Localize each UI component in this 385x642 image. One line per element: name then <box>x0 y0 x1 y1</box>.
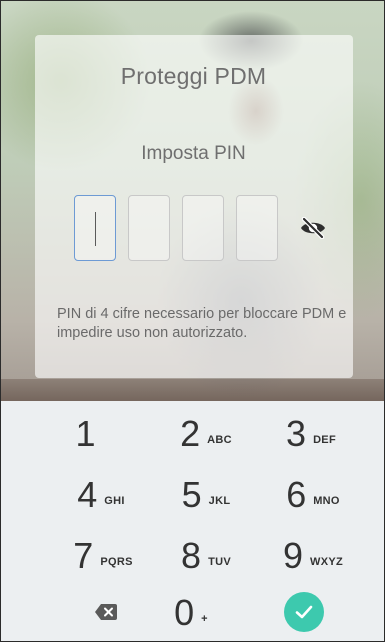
key-0[interactable]: 0 + <box>141 585 241 641</box>
key-letters: WXYZ <box>310 556 343 568</box>
key-letters: MNO <box>313 495 340 507</box>
confirm-button[interactable] <box>284 592 324 632</box>
key-letters: JKL <box>208 495 231 507</box>
key-digit: 2 <box>180 413 201 454</box>
key-digit: 7 <box>73 535 94 576</box>
key-digit: 6 <box>286 474 307 515</box>
key-4[interactable]: 4 GHI <box>51 467 151 523</box>
background-photo-lower <box>1 379 384 401</box>
pin-subtitle: Imposta PIN <box>141 143 246 164</box>
key-9[interactable]: 9 WXYZ <box>263 528 363 584</box>
key-letters: PQRS <box>100 556 133 568</box>
pin-digit-1[interactable] <box>74 195 116 261</box>
key-digit: 9 <box>282 535 304 576</box>
key-1[interactable]: 1 <box>39 406 139 462</box>
key-letters: DEF <box>313 434 336 446</box>
key-6[interactable]: 6 MNO <box>263 467 363 523</box>
page-title: Proteggi PDM <box>120 63 267 89</box>
key-letters: + <box>201 613 208 625</box>
text-cursor <box>95 212 96 246</box>
pin-setup-screen: Proteggi PDM Imposta PIN PIN di 4 cifre … <box>0 0 385 642</box>
backspace-icon[interactable] <box>95 604 117 620</box>
key-digit: 4 <box>77 474 98 515</box>
key-7[interactable]: 7 PQRS <box>53 528 153 584</box>
key-letters: ABC <box>207 434 232 446</box>
checkmark-icon <box>295 605 313 619</box>
key-8[interactable]: 8 TUV <box>156 528 256 584</box>
key-3[interactable]: 3 DEF <box>261 406 361 462</box>
eye-off-icon[interactable] <box>299 216 327 240</box>
key-digit: 3 <box>286 413 307 454</box>
pin-description: PIN di 4 cifre necessario per bloccare P… <box>57 306 347 341</box>
key-digit: 5 <box>181 474 202 515</box>
key-2[interactable]: 2 ABC <box>156 406 256 462</box>
pin-digit-2[interactable] <box>128 195 170 261</box>
pin-digit-3[interactable] <box>182 195 224 261</box>
key-digit: 8 <box>181 535 202 576</box>
key-digit: 1 <box>75 413 96 454</box>
pin-digit-4[interactable] <box>236 195 278 261</box>
key-letters: TUV <box>208 556 231 568</box>
key-5[interactable]: 5 JKL <box>156 467 256 523</box>
key-letters: GHI <box>104 495 125 507</box>
key-digit: 0 <box>174 592 195 633</box>
